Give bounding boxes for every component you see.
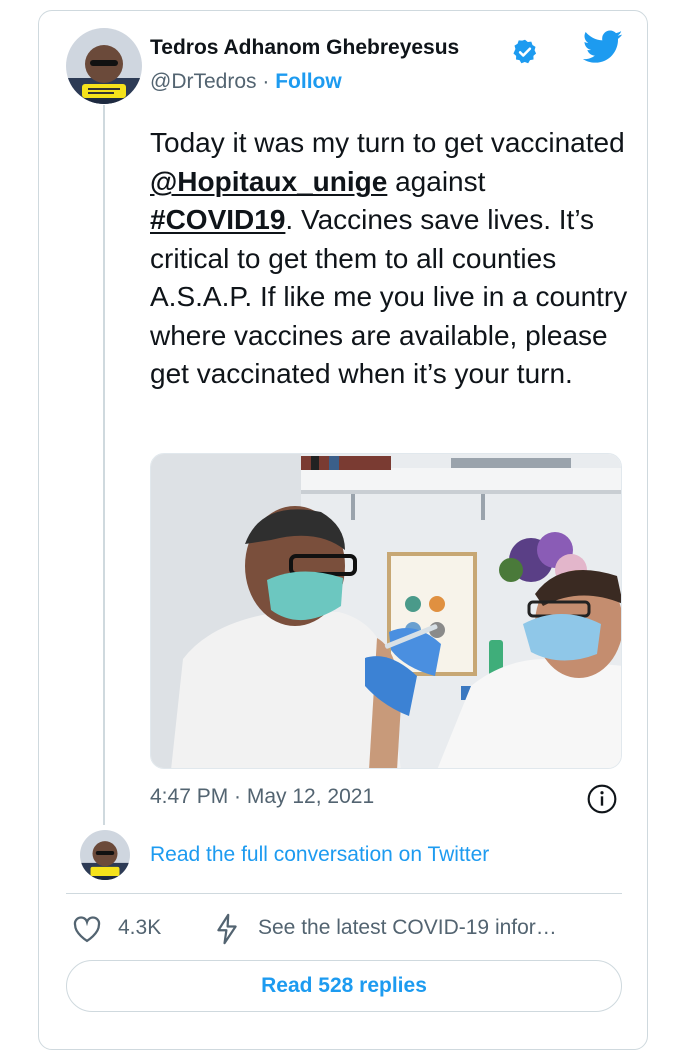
- heart-icon[interactable]: [72, 915, 102, 948]
- read-replies-button[interactable]: Read 528 replies: [66, 960, 622, 1012]
- author-handle-line: @DrTedros · Follow: [150, 70, 342, 94]
- mention-link[interactable]: @Hopitaux_unige: [150, 166, 387, 197]
- tweet-text: Today it was my turn to get vaccinated @…: [150, 124, 630, 394]
- tweet-text-part-2: against: [387, 165, 486, 197]
- thread-line: [103, 105, 105, 825]
- likes-count[interactable]: 4.3K: [118, 916, 161, 940]
- hashtag-link[interactable]: #COVID19: [150, 204, 285, 235]
- tweet-text-part-1: Today it was my turn to get vaccinated: [150, 127, 625, 158]
- author-avatar[interactable]: [66, 28, 142, 104]
- info-icon[interactable]: [586, 783, 618, 820]
- tweet-photo[interactable]: [150, 453, 622, 769]
- divider: [66, 893, 622, 894]
- handle-separator: ·: [262, 70, 270, 93]
- twitter-bird-icon[interactable]: [582, 30, 623, 69]
- conversation-avatar[interactable]: [80, 830, 130, 880]
- tweet-timestamp[interactable]: 4:47 PM · May 12, 2021: [150, 785, 374, 809]
- read-full-conversation-link[interactable]: Read the full conversation on Twitter: [150, 843, 489, 867]
- covid-info-link[interactable]: See the latest COVID-19 infor…: [258, 916, 557, 940]
- author-handle[interactable]: @DrTedros: [150, 70, 257, 93]
- follow-link[interactable]: Follow: [275, 70, 342, 93]
- author-name[interactable]: Tedros Adhanom Ghebreyesus: [150, 36, 459, 60]
- verified-badge-icon: [511, 38, 539, 71]
- bolt-icon[interactable]: [214, 913, 240, 950]
